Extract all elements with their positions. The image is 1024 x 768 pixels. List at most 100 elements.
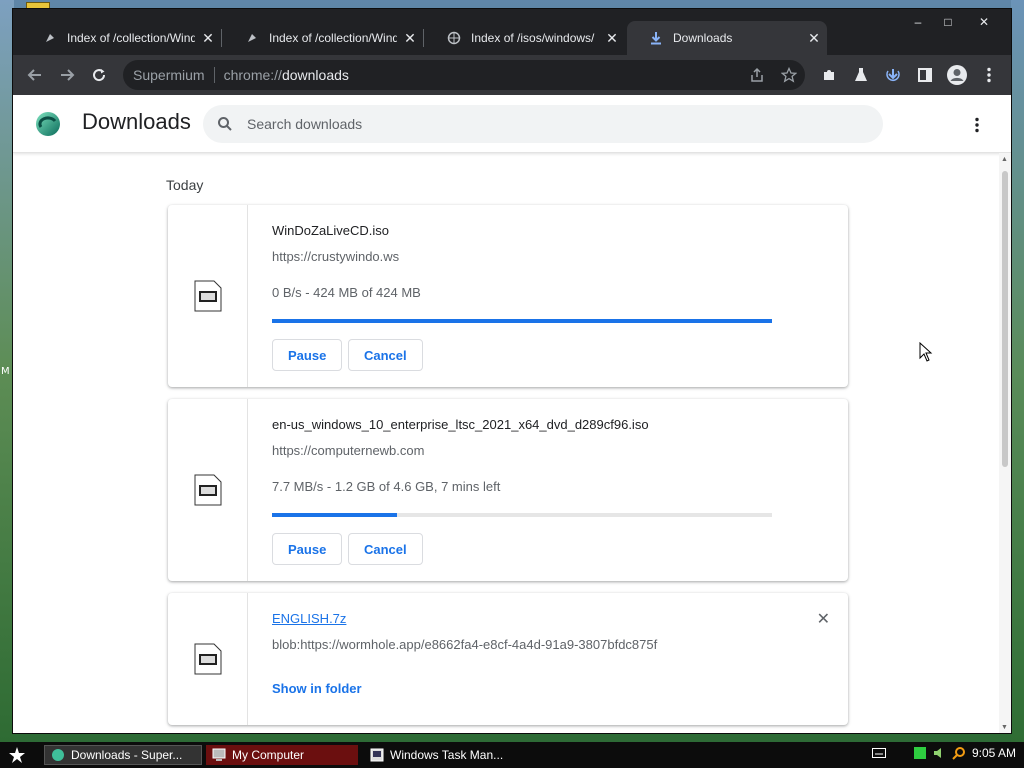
labs-flask-icon[interactable]	[847, 61, 875, 89]
page-title: Downloads	[82, 109, 191, 134]
tab-separator	[423, 29, 424, 47]
iso-file-icon	[194, 474, 222, 506]
taskbar-item-my-computer[interactable]: My Computer	[206, 745, 358, 765]
download-favicon-icon	[649, 31, 663, 45]
download-progress-bar	[272, 513, 772, 517]
search-tray-icon[interactable]	[952, 746, 966, 760]
download-status: 0 B/s - 424 MB of 424 MB	[272, 285, 421, 300]
download-item: ENGLISH.7z blob:https://wormhole.app/e86…	[168, 593, 848, 725]
task-manager-icon	[370, 748, 384, 762]
pause-button[interactable]: Pause	[272, 339, 343, 371]
url-host: downloads	[281, 67, 349, 83]
scroll-down-icon[interactable]: ▼	[1001, 724, 1008, 731]
file-icon-column	[168, 205, 248, 387]
keyboard-icon[interactable]	[871, 748, 886, 758]
more-actions-icon[interactable]	[967, 113, 987, 137]
file-name-link[interactable]: ENGLISH.7z	[272, 611, 346, 626]
taskbar-item-label: Downloads - Super...	[71, 748, 183, 762]
back-arrow-icon	[27, 69, 41, 81]
reload-icon	[93, 69, 106, 82]
page-scrollbar[interactable]: ▲ ▼	[999, 153, 1011, 733]
archive-file-icon	[194, 643, 222, 675]
taskbar: Downloads - Super... My Computer Windows…	[0, 742, 1024, 768]
browser-window: Index of /collection/Window ✕ Index of /…	[12, 8, 1012, 734]
start-star-icon	[9, 747, 25, 763]
toolbar-actions	[815, 61, 1003, 89]
taskbar-item-downloads[interactable]: Downloads - Super...	[44, 745, 202, 765]
bookmark-star-icon[interactable]	[779, 65, 799, 85]
share-icon[interactable]	[747, 65, 767, 85]
date-section-heading: Today	[166, 177, 204, 193]
file-source-url[interactable]: blob:https://wormhole.app/e8662fa4-e8cf-…	[272, 637, 657, 652]
file-icon-column	[168, 399, 248, 581]
scrollbar-thumb[interactable]	[1002, 171, 1008, 467]
forward-arrow-icon	[61, 69, 75, 81]
close-window-button[interactable]: ✕	[965, 13, 1003, 31]
extensions-puzzle-icon[interactable]	[815, 61, 843, 89]
download-progress-fill	[272, 319, 772, 323]
download-progress-fill	[272, 513, 397, 517]
globe-favicon-icon	[447, 31, 461, 45]
scroll-up-icon[interactable]: ▲	[1001, 156, 1008, 163]
side-panel-icon[interactable]	[911, 61, 939, 89]
file-source-url[interactable]: https://crustywindo.ws	[272, 249, 399, 264]
downloads-header: Downloads	[13, 95, 1011, 153]
window-controls: – □ ✕	[905, 13, 1003, 31]
file-icon-column	[168, 593, 248, 725]
close-icon[interactable]: ✕	[801, 30, 827, 47]
tab-index-collection-2[interactable]: Index of /collection/Window ✕	[223, 21, 423, 55]
file-name: WinDoZaLiveCD.iso	[272, 223, 390, 238]
tab-strip: Index of /collection/Window ✕ Index of /…	[13, 9, 1011, 55]
search-box[interactable]	[203, 105, 883, 143]
supermium-app-icon	[52, 749, 64, 761]
tab-index-collection-1[interactable]: Index of /collection/Window ✕	[21, 21, 221, 55]
tab-title: Index of /collection/Window	[67, 31, 195, 45]
reload-button[interactable]	[83, 59, 115, 91]
tab-title: Downloads	[673, 31, 733, 45]
download-status: 7.7 MB/s - 1.2 GB of 4.6 GB, 7 mins left	[272, 479, 501, 494]
system-tray: 9:05 AM	[871, 746, 1016, 760]
tab-separator	[221, 29, 222, 47]
url-scheme: chrome://	[223, 67, 282, 83]
cancel-button[interactable]: Cancel	[348, 339, 423, 371]
address-bar[interactable]: Supermium chrome://downloads	[123, 60, 805, 90]
close-icon[interactable]: ✕	[195, 30, 221, 47]
close-icon[interactable]: ✕	[397, 30, 423, 47]
remove-from-list-icon[interactable]: ✕	[817, 609, 830, 629]
iso-file-icon	[194, 280, 222, 312]
taskbar-item-task-manager[interactable]: Windows Task Man...	[364, 745, 522, 765]
pause-button[interactable]: Pause	[272, 533, 343, 565]
back-button[interactable]	[19, 59, 51, 91]
cancel-button[interactable]: Cancel	[348, 533, 423, 565]
minimize-button[interactable]: –	[905, 13, 931, 31]
downloads-toolbar-icon[interactable]	[879, 61, 907, 89]
mouse-cursor-icon	[919, 342, 933, 362]
forward-button[interactable]	[51, 59, 83, 91]
browser-toolbar: Supermium chrome://downloads	[13, 55, 1011, 95]
start-button[interactable]	[0, 742, 34, 768]
tab-index-isos-windows[interactable]: Index of /isos/windows/ ✕	[425, 21, 625, 55]
network-status-icon[interactable]	[913, 747, 926, 759]
search-input[interactable]	[247, 116, 847, 132]
page-favicon-icon	[43, 31, 57, 45]
tab-title: Index of /collection/Window	[269, 31, 397, 45]
supermium-logo-icon	[36, 112, 60, 136]
show-in-folder-link[interactable]: Show in folder	[272, 681, 362, 696]
clock[interactable]: 9:05 AM	[972, 746, 1016, 760]
file-source-url[interactable]: https://computernewb.com	[272, 443, 424, 458]
tab-title: Index of /isos/windows/	[471, 31, 595, 45]
computer-icon	[212, 748, 226, 761]
maximize-button[interactable]: □	[935, 13, 961, 31]
taskbar-item-label: Windows Task Man...	[390, 748, 504, 762]
file-name: en-us_windows_10_enterprise_ltsc_2021_x6…	[272, 417, 649, 432]
close-icon[interactable]: ✕	[599, 30, 625, 47]
tab-downloads[interactable]: Downloads ✕	[627, 21, 827, 55]
download-progress-bar	[272, 319, 772, 323]
volume-icon[interactable]	[932, 746, 946, 760]
omnibox-actions	[747, 65, 799, 85]
browser-menu-icon[interactable]	[975, 61, 1003, 89]
profile-avatar-icon[interactable]	[943, 61, 971, 89]
page-favicon-icon	[245, 31, 259, 45]
omnibox-separator	[213, 67, 215, 83]
download-item: WinDoZaLiveCD.iso https://crustywindo.ws…	[168, 205, 848, 387]
